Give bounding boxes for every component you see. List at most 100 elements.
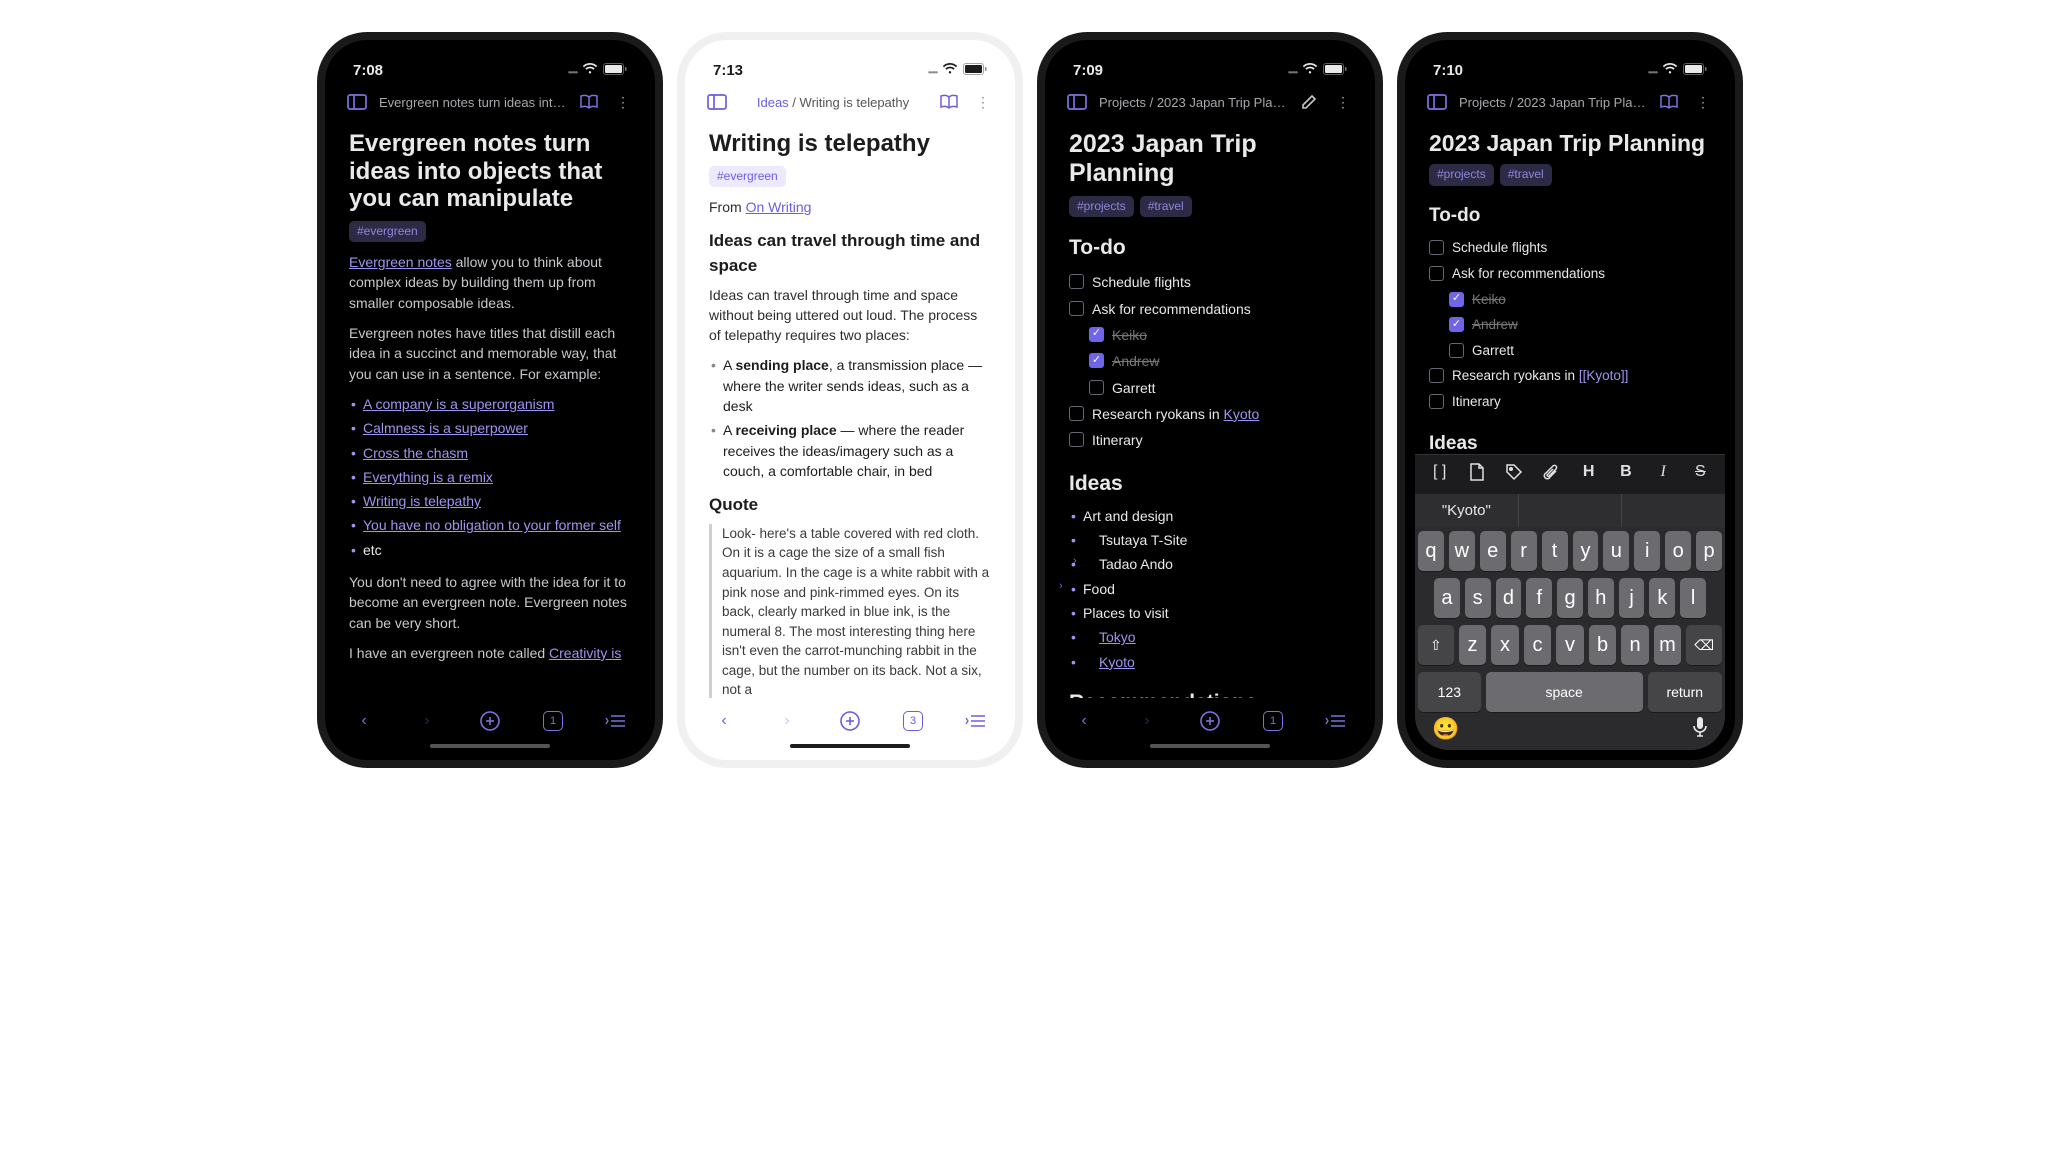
key-space[interactable]: space: [1486, 672, 1643, 712]
tag[interactable]: #travel: [1500, 164, 1552, 185]
edit-icon[interactable]: [1297, 90, 1321, 114]
checkbox-icon[interactable]: [1089, 380, 1104, 395]
forward-icon[interactable]: ›: [1134, 708, 1160, 734]
breadcrumb[interactable]: Evergreen notes turn ideas into ...: [379, 95, 567, 110]
checkbox-icon[interactable]: [1429, 240, 1444, 255]
key-f[interactable]: f: [1526, 578, 1552, 618]
wikilink[interactable]: [[Kyoto]]: [1579, 368, 1629, 383]
key-s[interactable]: s: [1465, 578, 1491, 618]
link[interactable]: Creativity is: [549, 645, 621, 661]
brackets-icon[interactable]: [ ]: [1426, 463, 1454, 486]
todo-item[interactable]: Schedule flights: [1069, 269, 1351, 295]
more-icon[interactable]: ⋮: [611, 90, 635, 114]
todo-item[interactable]: Garrett: [1069, 375, 1351, 401]
bold-icon[interactable]: B: [1612, 463, 1640, 486]
key-w[interactable]: w: [1449, 531, 1475, 571]
checkbox-checked-icon[interactable]: ✓: [1449, 317, 1464, 332]
list-item[interactable]: ›Tadao Ando: [1069, 554, 1351, 574]
add-icon[interactable]: [837, 708, 863, 734]
home-indicator[interactable]: [430, 744, 550, 748]
key-g[interactable]: g: [1557, 578, 1583, 618]
list-item[interactable]: ›Food: [1069, 579, 1351, 599]
list-item[interactable]: Kyoto: [1069, 652, 1351, 672]
checkbox-icon[interactable]: [1449, 343, 1464, 358]
breadcrumb[interactable]: Projects / 2023 Japan Trip Plan...: [1459, 95, 1647, 110]
key-d[interactable]: d: [1496, 578, 1522, 618]
key-return[interactable]: return: [1648, 672, 1722, 712]
key-m[interactable]: m: [1654, 625, 1682, 665]
note-content[interactable]: Writing is telepathy #evergreen From On …: [695, 120, 1005, 698]
note-content[interactable]: 2023 Japan Trip Planning #projects #trav…: [1055, 120, 1365, 698]
forward-icon[interactable]: ›: [414, 708, 440, 734]
todo-item[interactable]: ✓Keiko: [1069, 322, 1351, 348]
breadcrumb[interactable]: Projects / 2023 Japan Trip Plan...: [1099, 95, 1287, 110]
book-icon[interactable]: [577, 90, 601, 114]
strikethrough-icon[interactable]: S: [1686, 463, 1714, 486]
list-item[interactable]: Tsutaya T-Site: [1069, 530, 1351, 550]
attachment-icon[interactable]: [1537, 463, 1565, 486]
tag[interactable]: #projects: [1429, 164, 1494, 185]
more-icon[interactable]: ⋮: [1691, 90, 1715, 114]
key-r[interactable]: r: [1511, 531, 1537, 571]
key-t[interactable]: t: [1542, 531, 1568, 571]
back-icon[interactable]: ‹: [351, 708, 377, 734]
key-l[interactable]: l: [1680, 578, 1706, 618]
checkbox-icon[interactable]: [1429, 266, 1444, 281]
checkbox-checked-icon[interactable]: ✓: [1089, 353, 1104, 368]
book-icon[interactable]: [937, 90, 961, 114]
todo-item[interactable]: ✓Andrew: [1429, 312, 1711, 338]
todo-item[interactable]: ✓Andrew: [1069, 348, 1351, 374]
todo-item[interactable]: Research ryokans in Kyoto: [1069, 401, 1351, 427]
home-indicator[interactable]: [1150, 744, 1270, 748]
book-icon[interactable]: [1657, 90, 1681, 114]
sidebar-toggle-icon[interactable]: [1425, 90, 1449, 114]
todo-item[interactable]: Research ryokans in [[Kyoto]]: [1429, 363, 1711, 389]
back-icon[interactable]: ‹: [711, 708, 737, 734]
todo-item[interactable]: ✓Keiko: [1429, 287, 1711, 313]
forward-icon[interactable]: ›: [774, 708, 800, 734]
sidebar-toggle-icon[interactable]: [345, 90, 369, 114]
note-content[interactable]: 2023 Japan Trip Planning #projects #trav…: [1415, 120, 1725, 454]
chevron-right-icon[interactable]: ›: [1073, 554, 1079, 570]
todo-item[interactable]: Itinerary: [1069, 427, 1351, 453]
todo-item[interactable]: Ask for recommendations: [1069, 296, 1351, 322]
breadcrumb[interactable]: Ideas / Writing is telepathy: [739, 95, 927, 110]
todo-item[interactable]: Garrett: [1429, 338, 1711, 364]
italic-icon[interactable]: I: [1649, 463, 1677, 486]
todo-item[interactable]: Itinerary: [1429, 389, 1711, 415]
suggestion[interactable]: [1622, 494, 1725, 527]
outline-icon[interactable]: [963, 708, 989, 734]
key-j[interactable]: j: [1619, 578, 1645, 618]
key-e[interactable]: e: [1480, 531, 1506, 571]
todo-item[interactable]: Ask for recommendations: [1429, 261, 1711, 287]
key-o[interactable]: o: [1665, 531, 1691, 571]
tabs-icon[interactable]: 1: [1260, 708, 1286, 734]
key-123[interactable]: 123: [1418, 672, 1481, 712]
key-u[interactable]: u: [1603, 531, 1629, 571]
more-icon[interactable]: ⋮: [1331, 90, 1355, 114]
checkbox-checked-icon[interactable]: ✓: [1449, 292, 1464, 307]
suggestion[interactable]: "Kyoto": [1415, 494, 1519, 527]
key-a[interactable]: a: [1434, 578, 1460, 618]
key-x[interactable]: x: [1491, 625, 1519, 665]
checkbox-icon[interactable]: [1429, 368, 1444, 383]
key-shift[interactable]: ⇧: [1418, 625, 1454, 665]
checkbox-checked-icon[interactable]: ✓: [1089, 327, 1104, 342]
key-backspace[interactable]: ⌫: [1686, 625, 1722, 665]
home-indicator[interactable]: [790, 744, 910, 748]
checkbox-icon[interactable]: [1069, 406, 1084, 421]
key-q[interactable]: q: [1418, 531, 1444, 571]
key-v[interactable]: v: [1556, 625, 1584, 665]
todo-item[interactable]: Schedule flights: [1429, 235, 1711, 261]
checkbox-icon[interactable]: [1069, 432, 1084, 447]
outline-icon[interactable]: [603, 708, 629, 734]
link[interactable]: Evergreen notes: [349, 254, 452, 270]
tabs-icon[interactable]: 3: [900, 708, 926, 734]
key-b[interactable]: b: [1589, 625, 1617, 665]
note-content[interactable]: Evergreen notes turn ideas into objects …: [335, 120, 645, 698]
key-h[interactable]: h: [1588, 578, 1614, 618]
more-icon[interactable]: ⋮: [971, 90, 995, 114]
tag[interactable]: #evergreen: [709, 166, 786, 187]
chevron-right-icon[interactable]: ›: [1059, 579, 1065, 595]
tag[interactable]: #travel: [1140, 196, 1192, 217]
